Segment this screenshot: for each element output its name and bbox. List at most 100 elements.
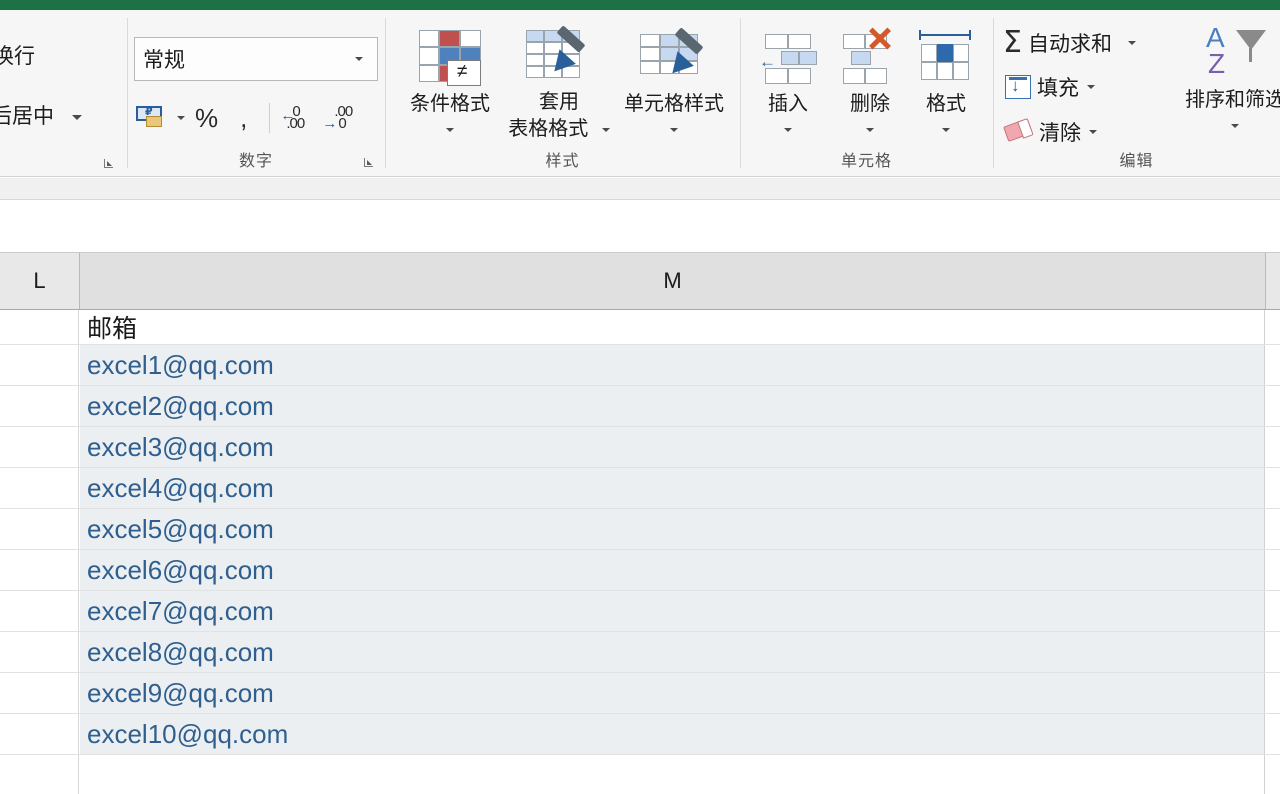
cell-column-l[interactable] (0, 591, 79, 631)
grid-row: excel10@qq.com (0, 714, 1280, 755)
delete-cells-button[interactable]: 删除 (832, 24, 908, 139)
cell-column-next[interactable] (1266, 509, 1280, 549)
ribbon-separator-4 (993, 18, 994, 168)
cell-column-m[interactable]: excel2@qq.com (80, 386, 1265, 426)
chevron-down-icon[interactable] (784, 128, 792, 132)
cell-column-l[interactable] (0, 386, 79, 426)
chevron-down-icon[interactable] (72, 115, 82, 120)
chevron-down-icon[interactable] (1089, 130, 1097, 134)
cell-column-next[interactable] (1266, 550, 1280, 590)
accounting-icon (134, 104, 170, 132)
styles-group-label: 样式 (385, 147, 740, 171)
cell-column-m[interactable]: excel4@qq.com (80, 468, 1265, 508)
decrease-decimal-button[interactable]: → .00 0 (322, 103, 356, 133)
excel-window: 动换行 并后居中 常规 % , (0, 0, 1280, 794)
cell-column-l[interactable] (0, 673, 79, 713)
number-dialog-launcher[interactable] (362, 155, 376, 169)
insert-cells-button[interactable]: ← 插入 (750, 24, 826, 139)
letter-z-icon: Z (1208, 48, 1225, 80)
cell-column-m[interactable]: excel7@qq.com (80, 591, 1265, 631)
format-as-table-button[interactable]: 套用 表格格式 (500, 24, 618, 142)
grid-row: excel7@qq.com (0, 591, 1280, 632)
sort-filter-icon: A Z (1170, 24, 1280, 86)
spreadsheet-grid[interactable]: 邮箱excel1@qq.com excel2@qq.com excel3@qq.co… (0, 310, 1280, 794)
cell-column-m[interactable]: excel5@qq.com (80, 509, 1265, 549)
accounting-format-button[interactable] (134, 104, 170, 132)
grid-row: excel4@qq.com (0, 468, 1280, 509)
email-cell-text: excel10@qq.com (87, 719, 288, 750)
cell-column-l[interactable] (0, 427, 79, 467)
chevron-down-icon[interactable] (1128, 41, 1136, 45)
fill-label: 填充 (1037, 72, 1079, 102)
cell-column-l[interactable] (0, 550, 79, 590)
cell-column-next[interactable] (1266, 632, 1280, 672)
cell-column-next[interactable] (1266, 345, 1280, 385)
chevron-down-icon[interactable] (177, 116, 185, 120)
sort-and-filter-button[interactable]: A Z 排序和筛选 (1170, 24, 1280, 135)
cell-column-next[interactable] (1266, 714, 1280, 754)
format-cells-icon (908, 24, 984, 86)
autosum-label: 自动求和 (1028, 28, 1112, 58)
chevron-down-icon[interactable] (355, 57, 363, 61)
grid-row: excel6@qq.com (0, 550, 1280, 591)
email-cell-text: excel9@qq.com (87, 678, 274, 709)
cell-column-m[interactable]: excel6@qq.com (80, 550, 1265, 590)
comma-style-button[interactable]: , (240, 103, 247, 134)
cell-column-l[interactable] (0, 755, 79, 794)
insert-cells-icon: ← (750, 24, 826, 86)
chevron-down-icon[interactable] (670, 128, 678, 132)
cell-column-m[interactable]: 邮箱 (80, 310, 1265, 344)
cell-styles-icon (610, 24, 738, 86)
clear-button[interactable]: 清除 (1005, 117, 1097, 147)
cell-column-next[interactable] (1266, 673, 1280, 713)
conditional-formatting-button[interactable]: ≠ 条件格式 (395, 24, 505, 139)
grid-row (0, 755, 1280, 794)
cell-column-m[interactable]: excel1@qq.com (80, 345, 1265, 385)
formula-bar-area[interactable] (0, 200, 1280, 253)
increase-decimal-button[interactable]: ← 0 .00 (280, 103, 314, 133)
cell-column-m[interactable]: excel3@qq.com (80, 427, 1265, 467)
format-cells-button[interactable]: 格式 (908, 24, 984, 139)
cell-column-l[interactable] (0, 468, 79, 508)
chevron-down-icon[interactable] (942, 128, 950, 132)
column-header-m[interactable]: M (80, 253, 1266, 309)
alignment-dialog-launcher[interactable] (102, 156, 116, 170)
cell-column-m[interactable] (80, 755, 1265, 794)
column-header-l[interactable]: L (0, 253, 80, 309)
ribbon-bottom-band (0, 178, 1280, 200)
number-group-label: 数字 (127, 147, 385, 171)
percent-style-button[interactable]: % (195, 103, 218, 134)
fill-button[interactable]: 填充 (1005, 72, 1095, 102)
cell-column-l[interactable] (0, 310, 79, 344)
cell-column-l[interactable] (0, 714, 79, 754)
autosum-button[interactable]: Σ 自动求和 (1003, 28, 1136, 58)
wrap-text-button[interactable]: 动换行 (0, 40, 35, 70)
cell-column-next[interactable] (1266, 386, 1280, 426)
cell-column-m[interactable]: excel8@qq.com (80, 632, 1265, 672)
email-cell-text: excel2@qq.com (87, 391, 274, 422)
chevron-down-icon[interactable] (446, 128, 454, 132)
ribbon-home-tab: 动换行 并后居中 常规 % , (0, 10, 1280, 177)
chevron-down-icon[interactable] (866, 128, 874, 132)
grid-row: excel3@qq.com (0, 427, 1280, 468)
cell-styles-button[interactable]: 单元格样式 (610, 24, 738, 139)
delete-cells-icon (832, 24, 908, 86)
cell-column-m[interactable]: excel10@qq.com (80, 714, 1265, 754)
cell-column-l[interactable] (0, 509, 79, 549)
cell-column-l[interactable] (0, 345, 79, 385)
cell-column-next[interactable] (1266, 591, 1280, 631)
merge-center-button[interactable]: 并后居中 (0, 100, 82, 130)
conditional-formatting-icon: ≠ (395, 24, 505, 86)
merge-center-label: 并后居中 (0, 105, 54, 128)
chevron-down-icon[interactable] (1231, 124, 1239, 128)
chevron-down-icon[interactable] (602, 128, 610, 132)
cell-column-next[interactable] (1266, 310, 1280, 344)
cell-column-next[interactable] (1266, 755, 1280, 794)
cell-column-next[interactable] (1266, 427, 1280, 467)
number-format-select[interactable]: 常规 (134, 37, 378, 81)
cells-group-label: 单元格 (740, 147, 993, 171)
chevron-down-icon[interactable] (1087, 85, 1095, 89)
cell-column-l[interactable] (0, 632, 79, 672)
cell-column-m[interactable]: excel9@qq.com (80, 673, 1265, 713)
cell-column-next[interactable] (1266, 468, 1280, 508)
